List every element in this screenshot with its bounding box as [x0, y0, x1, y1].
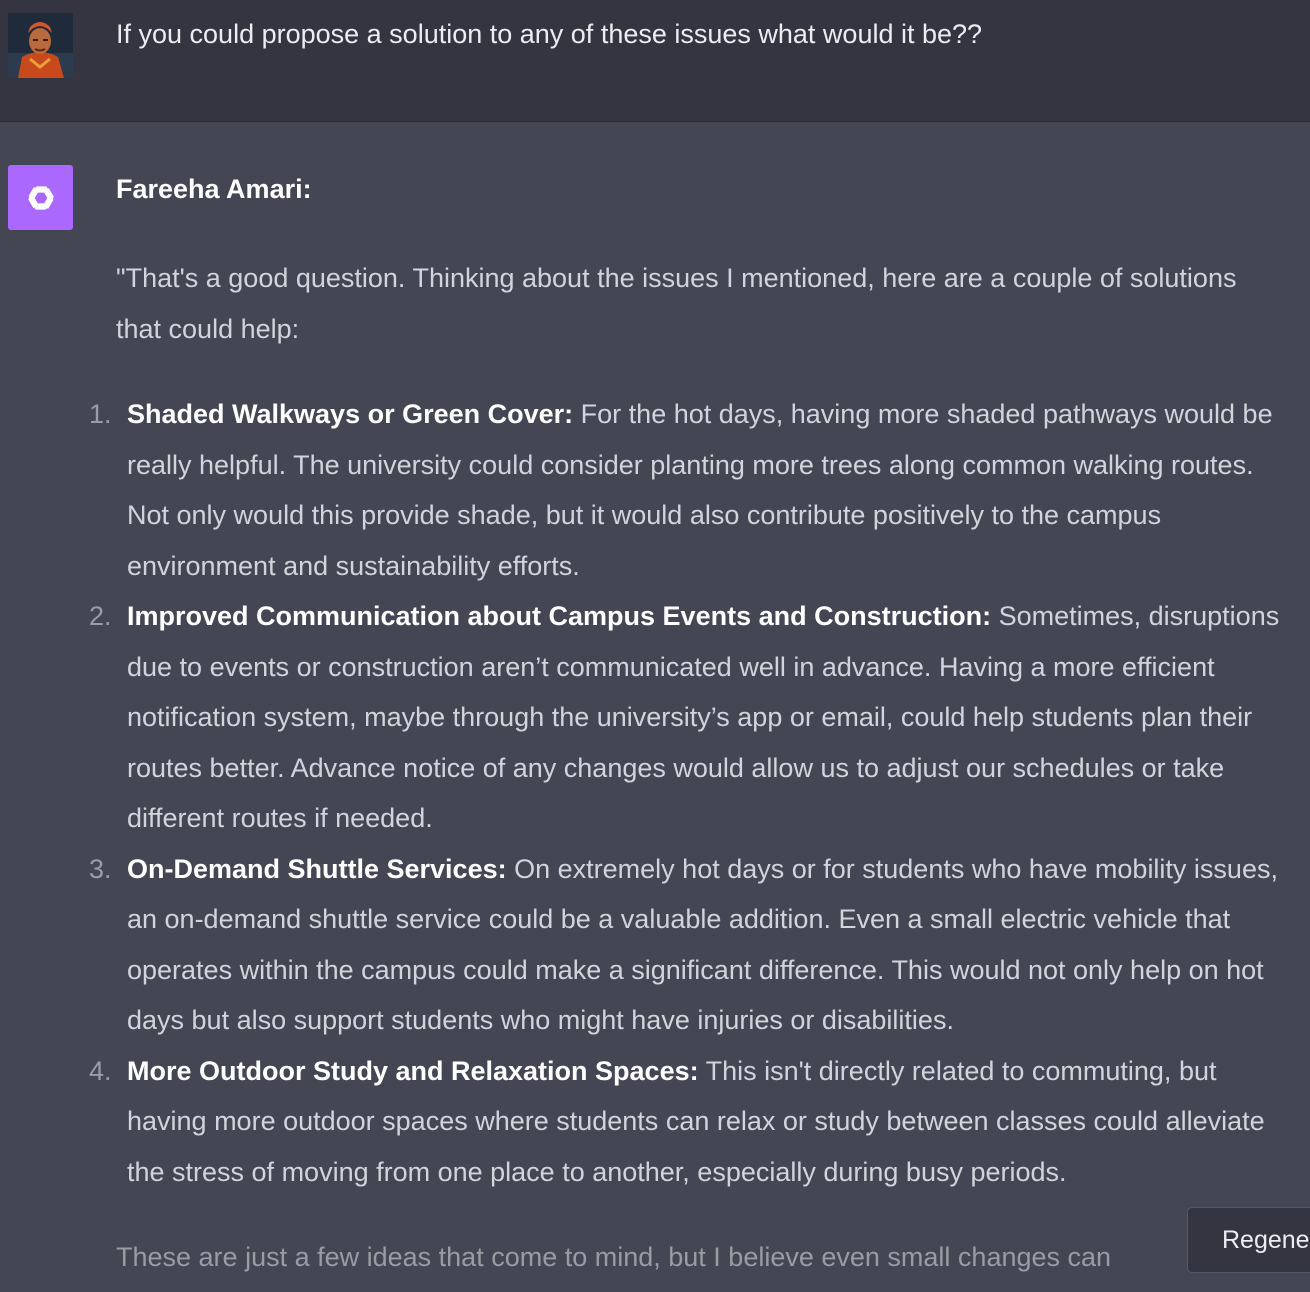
list-item: 2. Improved Communication about Campus E…	[0, 591, 1287, 844]
user-message-text: If you could propose a solution to any o…	[116, 19, 983, 49]
list-item: 3. On-Demand Shuttle Services: On extrem…	[0, 844, 1287, 1046]
list-item: 1. Shaded Walkways or Green Cover: For t…	[0, 389, 1287, 591]
list-item-title: More Outdoor Study and Relaxation Spaces…	[127, 1055, 699, 1086]
list-item-title: On-Demand Shuttle Services:	[127, 853, 507, 884]
list-item-body: Sometimes, disruptions due to events or …	[127, 601, 1280, 833]
user-message: If you could propose a solution to any o…	[0, 0, 1310, 122]
assistant-message: Fareeha Amari: "That's a good question. …	[0, 122, 1310, 1292]
openai-logo-icon	[27, 185, 54, 210]
list-item-number: 4.	[89, 1055, 112, 1086]
user-avatar	[8, 13, 73, 78]
list-item-title: Shaded Walkways or Green Cover:	[127, 399, 574, 429]
list-item-number: 1.	[89, 399, 112, 429]
regenerate-button[interactable]: Regenerate	[1187, 1207, 1310, 1273]
list-item-title: Improved Communication about Campus Even…	[127, 601, 992, 631]
regenerate-label: Regenerate	[1222, 1225, 1310, 1254]
list-item: 4. More Outdoor Study and Relaxation Spa…	[0, 1046, 1287, 1198]
closing-paragraph: These are just a few ideas that come to …	[116, 1242, 1112, 1272]
assistant-avatar	[8, 165, 73, 230]
list-item-number: 2.	[89, 601, 112, 631]
list-item-number: 3.	[89, 853, 112, 884]
solutions-list: 1. Shaded Walkways or Green Cover: For t…	[0, 389, 1310, 1197]
intro-paragraph: "That's a good question. Thinking about …	[116, 263, 1237, 344]
speaker-name: Fareeha Amari:	[116, 174, 312, 204]
